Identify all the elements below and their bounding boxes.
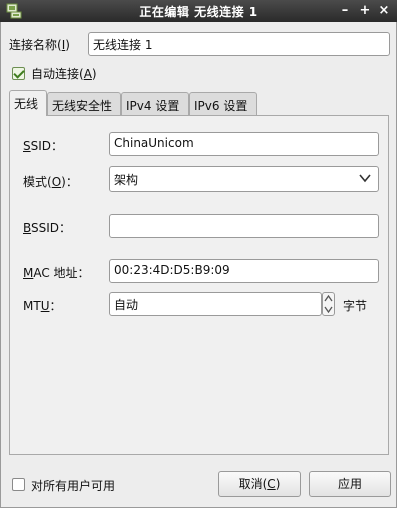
connection-name-input[interactable]: 无线连接 1 [88,32,390,56]
mode-selected-value: 架构 [114,173,139,187]
mtu-spin-button[interactable] [322,292,335,316]
bssid-label: BSSID： [23,221,72,235]
cancel-button[interactable]: 取消(C) [218,471,301,497]
tab-wireless[interactable]: 无线 [9,90,47,116]
apply-button[interactable]: 应用 [309,471,391,497]
edit-connection-window: 正在编辑 无线连接 1 – + × 连接名称(I) 无线连接 1 自动连接(A)… [0,0,397,508]
all-users-label[interactable]: 对所有用户可用 [31,477,115,494]
tab-ipv6[interactable]: IPv6 设置 [189,92,257,116]
chevron-down-icon [358,171,372,185]
ssid-label: SSID： [23,139,64,153]
maximize-button[interactable]: + [357,2,373,20]
mac-address-label: MAC 地址： [23,266,90,280]
mac-address-input[interactable]: 00:23:4D:D5:B9:09 [109,259,379,283]
mode-select[interactable]: 架构 [109,166,379,192]
mtu-input[interactable]: 自动 [109,292,322,316]
autoconnect-label[interactable]: 自动连接(A) [31,65,97,82]
all-users-checkbox[interactable] [12,478,25,491]
close-button[interactable]: × [376,2,392,20]
mtu-unit-label: 字节 [343,299,368,313]
spin-arrows-icon [324,294,333,314]
tab-ipv4[interactable]: IPv4 设置 [121,92,189,116]
mtu-label: MTU： [23,299,62,313]
title-bar[interactable]: 正在编辑 无线连接 1 – + × [0,0,397,22]
mode-label: 模式(O)： [23,175,78,189]
tab-wireless-security[interactable]: 无线安全性 [47,92,121,116]
autoconnect-checkbox[interactable] [12,67,25,80]
connection-name-label: 连接名称(I) [9,38,70,52]
ssid-input[interactable]: ChinaUnicom [109,132,379,156]
minimize-button[interactable]: – [337,2,353,20]
bssid-input[interactable] [109,214,379,238]
